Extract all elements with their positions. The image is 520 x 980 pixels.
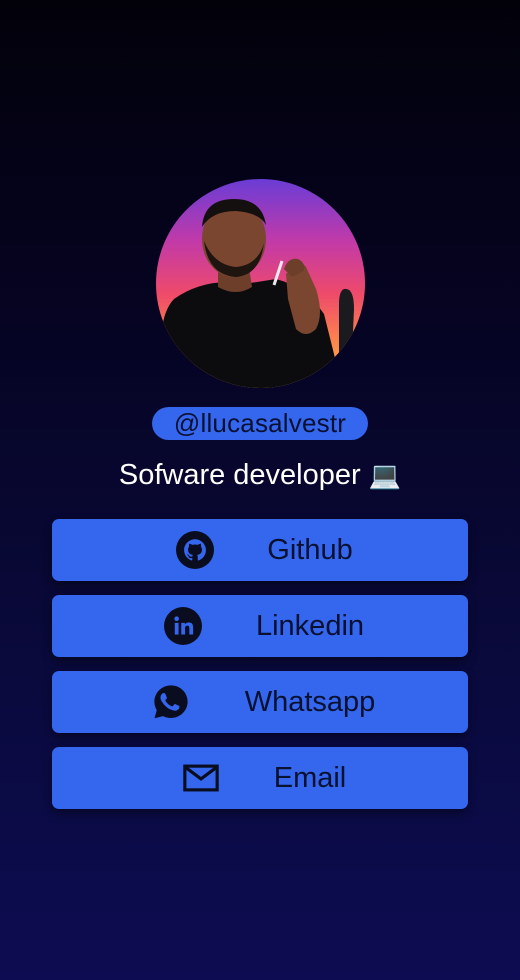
- github-link-button[interactable]: Github: [52, 519, 468, 581]
- whatsapp-link-button[interactable]: Whatsapp: [52, 671, 468, 733]
- linkedin-link-button[interactable]: Linkedin: [52, 595, 468, 657]
- email-label: Email: [273, 762, 347, 794]
- linkedin-label: Linkedin: [255, 610, 365, 642]
- role-title: Sofware developer 💻: [0, 456, 520, 495]
- email-link-button[interactable]: Email: [52, 747, 468, 809]
- username-badge: @llucasalvestr: [152, 407, 368, 440]
- role-text: Sofware developer: [118, 459, 361, 491]
- profile-photo: [159, 199, 354, 388]
- laptop-emoji-icon: 💻: [368, 461, 402, 491]
- avatar: [156, 179, 365, 388]
- links-list: Github Linkedin Whatsapp Email: [52, 519, 468, 823]
- github-label: Github: [267, 534, 353, 566]
- whatsapp-label: Whatsapp: [244, 686, 376, 718]
